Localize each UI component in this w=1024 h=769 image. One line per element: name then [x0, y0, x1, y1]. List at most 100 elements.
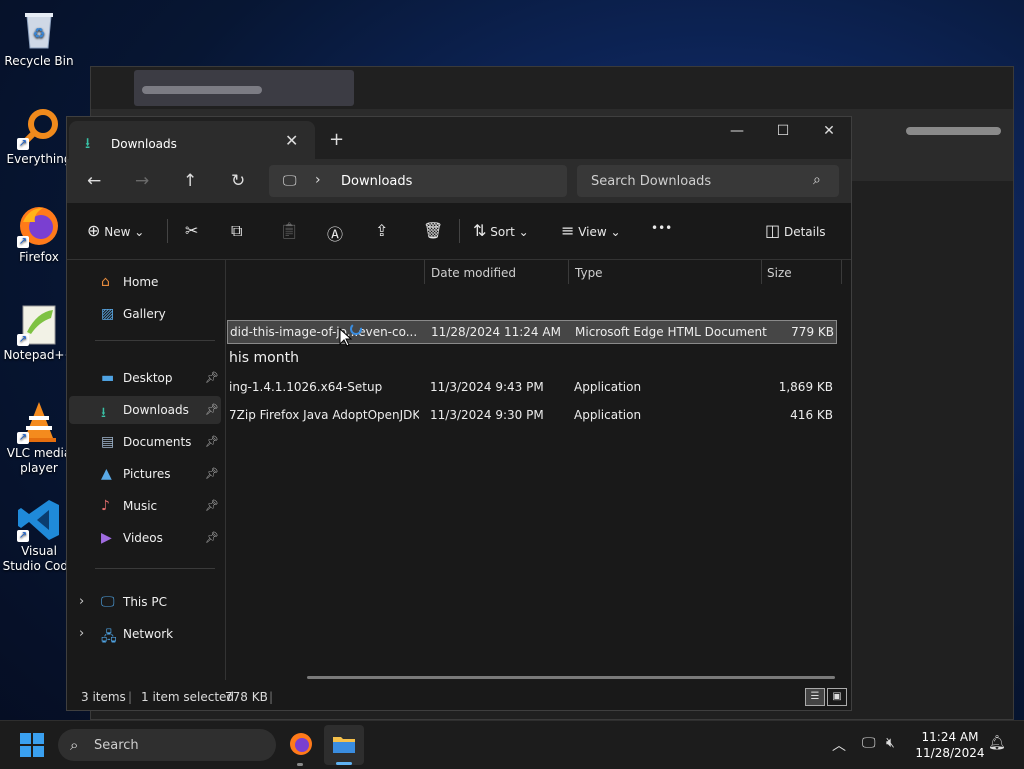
gallery-icon: ▨ — [101, 306, 115, 322]
up-button[interactable]: ↑ — [183, 171, 197, 191]
clock[interactable]: 11:24 AM 11/28/2024 — [912, 729, 988, 761]
share-button[interactable]: ⇪ — [375, 221, 388, 240]
pin-icon[interactable]: 📌︎ — [205, 467, 219, 480]
pin-icon[interactable]: 📌︎ — [205, 371, 219, 384]
desktop-icon-recycle-bin[interactable]: ♻ Recycle Bin — [2, 8, 76, 69]
forward-button[interactable]: → — [135, 171, 149, 191]
file-date: 11/28/2024 11:24 AM — [431, 325, 561, 339]
item-count: 3 items — [81, 690, 126, 704]
paste-button[interactable]: 📋︎ — [279, 221, 299, 240]
music-icon: ♪ — [101, 498, 110, 514]
new-button[interactable]: ⊕ New ⌄ — [87, 221, 144, 240]
plus-circle-icon: ⊕ — [87, 221, 101, 240]
close-tab-button[interactable]: ✕ — [285, 131, 298, 150]
sidebar-item-pictures[interactable]: ▲ Pictures 📌︎ — [69, 460, 221, 488]
rename-icon: Ⓐ — [327, 225, 344, 244]
desktop-icon-firefox[interactable]: ↗ Firefox — [2, 204, 76, 265]
explorer-taskbar-button[interactable] — [324, 725, 364, 765]
sidebar-item-label: Network — [123, 627, 174, 641]
tab-downloads[interactable]: ⭳ Downloads ✕ — [69, 121, 315, 161]
firefox-taskbar-icon[interactable] — [288, 731, 314, 757]
status-bar: 3 items | 1 item selected 778 KB | ☰ ▣ — [67, 685, 851, 709]
pin-icon[interactable]: 📌︎ — [205, 403, 219, 416]
network-status-icon[interactable]: 🖵 — [862, 735, 876, 751]
desktop-icon-everything[interactable]: ↗ Everything — [2, 106, 76, 167]
sidebar-item-music[interactable]: ♪ Music 📌︎ — [69, 492, 221, 520]
sidebar-item-documents[interactable]: ▤ Documents 📌︎ — [69, 428, 221, 456]
notification-bell-icon[interactable]: 🔔︎ — [988, 735, 1006, 751]
table-row[interactable]: ing-1.4.1.1026.x64-Setup 11/3/2024 9:43 … — [227, 376, 839, 398]
desktop-icon-notepadpp[interactable]: ↗ Notepad++ — [2, 302, 76, 363]
back-button[interactable]: ← — [87, 171, 101, 191]
file-type: Application — [574, 408, 642, 422]
file-size: 416 KB — [790, 408, 833, 422]
search-input[interactable]: Search Downloads — [591, 174, 711, 189]
windows-start-icon[interactable] — [20, 733, 44, 757]
sidebar-item-this-pc[interactable]: › 🖵 This PC — [69, 588, 221, 616]
new-label: New — [104, 225, 131, 239]
minimize-button[interactable]: — — [717, 123, 757, 149]
taskbar-search-input[interactable]: Search — [94, 738, 139, 753]
download-icon: ⭳ — [101, 405, 106, 421]
column-divider[interactable] — [841, 260, 842, 284]
close-window-button[interactable]: ✕ — [809, 123, 849, 149]
desktop-icon-vlc[interactable]: ↗ VLC media player — [2, 400, 76, 476]
sidebar-item-home[interactable]: ⌂ Home — [69, 268, 221, 296]
volume-muted-icon[interactable]: 🔇︎ — [886, 735, 895, 751]
details-view-button[interactable]: ☰ — [805, 688, 825, 706]
column-divider[interactable] — [424, 260, 425, 284]
chevron-right-icon[interactable]: › — [79, 594, 84, 609]
chevron-right-icon[interactable]: › — [315, 172, 321, 188]
firefox-icon: ↗ — [17, 204, 61, 248]
maximize-button[interactable]: ☐ — [763, 123, 803, 149]
home-icon: ⌂ — [101, 274, 110, 290]
background-tab[interactable] — [134, 70, 354, 106]
refresh-button[interactable]: ↻ — [231, 171, 245, 191]
group-header[interactable]: his month — [229, 350, 299, 366]
column-divider[interactable] — [761, 260, 762, 284]
column-header-date[interactable]: Date modified — [431, 266, 516, 280]
cut-button[interactable]: ✂ — [185, 221, 198, 240]
address-bar[interactable]: 🖵 › Downloads — [269, 165, 567, 197]
desktop-icon-vscode[interactable]: ↗ Visual Studio Code — [2, 498, 76, 574]
details-pane-button[interactable]: ◫ Details — [765, 221, 826, 240]
svg-text:♻: ♻ — [33, 26, 46, 42]
pin-icon[interactable]: 📌︎ — [205, 499, 219, 512]
column-header-size[interactable]: Size — [767, 266, 792, 280]
table-row[interactable]: 7Zip Firefox Java AdoptOpenJDK x... 11/3… — [227, 404, 839, 426]
sort-button[interactable]: ⇅ Sort ⌄ — [473, 221, 529, 240]
sidebar-item-downloads[interactable]: ⭳ Downloads 📌︎ — [69, 396, 221, 424]
chevron-right-icon[interactable]: › — [79, 626, 84, 641]
chevron-up-icon[interactable]: ︿ — [832, 735, 846, 755]
horizontal-scrollbar[interactable] — [307, 676, 835, 679]
navigation-pane: ⌂ Home ▨ Gallery ▬ Desktop 📌︎ ⭳ Download… — [67, 260, 226, 680]
taskbar-search[interactable]: ⌕ Search — [58, 729, 276, 761]
large-icons-view-button[interactable]: ▣ — [827, 688, 847, 706]
search-icon: ⌕ — [813, 172, 821, 188]
sidebar-item-label: This PC — [123, 595, 167, 609]
file-list[interactable]: Date modified Type Size did-this-image-o… — [227, 260, 851, 680]
sidebar-item-videos[interactable]: ▶ Videos 📌︎ — [69, 524, 221, 552]
sidebar-item-gallery[interactable]: ▨ Gallery — [69, 300, 221, 328]
file-size: 779 KB — [791, 325, 834, 339]
search-box[interactable]: Search Downloads ⌕ — [577, 165, 839, 197]
sidebar-item-network[interactable]: › 🖧 Network — [69, 620, 221, 648]
sidebar-item-desktop[interactable]: ▬ Desktop 📌︎ — [69, 364, 221, 392]
new-tab-button[interactable]: + — [329, 129, 344, 150]
rename-button[interactable]: Ⓐ — [327, 221, 343, 245]
copy-icon: ⧉ — [231, 221, 243, 240]
pin-icon[interactable]: 📌︎ — [205, 435, 219, 448]
column-header-type[interactable]: Type — [575, 266, 603, 280]
table-row[interactable]: did-this-image-of-jo...even-co... 11/28/… — [227, 320, 837, 344]
breadcrumb-downloads[interactable]: Downloads — [341, 174, 412, 189]
clock-date: 11/28/2024 — [915, 746, 985, 760]
copy-button[interactable]: ⧉ — [231, 221, 242, 241]
file-explorer-window[interactable]: ⭳ Downloads ✕ + — ☐ ✕ ← → ↑ ↻ 🖵 › Downlo… — [66, 116, 852, 711]
file-date: 11/3/2024 9:30 PM — [430, 408, 544, 422]
notepadpp-icon: ↗ — [17, 302, 61, 346]
delete-button[interactable]: 🗑︎ — [423, 221, 443, 240]
more-options-button[interactable]: ••• — [651, 221, 672, 235]
view-button[interactable]: ≡ View ⌄ — [561, 221, 621, 240]
pin-icon[interactable]: 📌︎ — [205, 531, 219, 544]
column-divider[interactable] — [568, 260, 569, 284]
